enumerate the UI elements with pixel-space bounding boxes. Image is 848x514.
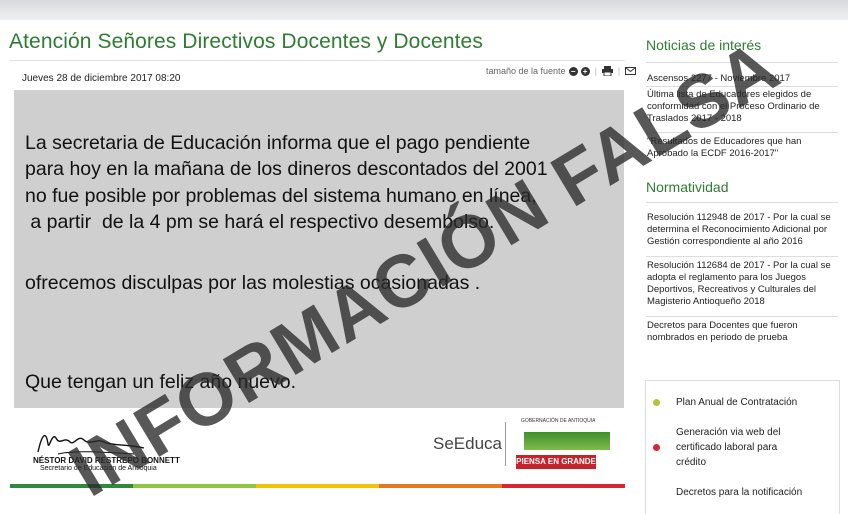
font-increase-icon[interactable]: +: [580, 66, 590, 76]
sidebar-divider: [646, 202, 838, 203]
article-date: Jueves 28 de diciembre 2017 08:20: [22, 73, 181, 84]
quick-link[interactable]: Plan Anual de Contratación: [653, 395, 826, 410]
notice-line: para hoy en la mañana de los dineros des…: [25, 158, 548, 180]
quick-link-label: Plan Anual de Contratación: [676, 397, 798, 408]
stripe-segment: [133, 484, 256, 488]
notice-line: La secretaria de Educación informa que e…: [25, 132, 531, 154]
quick-link-label: Decretos para la notificación: [676, 487, 803, 498]
article-tools: tamaño de la fuente − + | |: [486, 66, 637, 76]
page-title: Atención Señores Directivos Docentes y D…: [9, 30, 483, 53]
stripe-segment: [256, 484, 379, 488]
stripe-segment: [379, 484, 502, 488]
stripe-segment: [502, 484, 625, 488]
print-icon[interactable]: [601, 66, 613, 76]
title-divider: [9, 60, 625, 61]
norm-link[interactable]: Resolución 112948 de 2017 - Por la cual …: [647, 212, 837, 248]
antioquia-logo: [524, 432, 610, 450]
email-icon[interactable]: [625, 67, 637, 75]
font-size-label: tamaño de la fuente: [486, 66, 566, 76]
sidebar-divider: [646, 316, 838, 317]
sidebar-divider: [646, 256, 838, 257]
quick-link[interactable]: Decretos para la notificación: [656, 485, 826, 500]
seeduca-logo: SeEduca: [433, 434, 502, 453]
font-decrease-icon[interactable]: −: [568, 66, 578, 76]
tool-separator: |: [617, 66, 621, 76]
quick-links-box: Plan Anual de Contratación Generación vi…: [645, 380, 840, 514]
norm-link[interactable]: Decretos para Docentes que fueron nombra…: [647, 320, 837, 344]
gobernacion-label: GOBERNACIÓN DE ANTIOQUIA: [521, 418, 596, 424]
bullet-icon: [653, 444, 660, 451]
piensa-en-grande-badge: PIENSA EN GRANDE: [516, 455, 596, 469]
logo-divider: [505, 422, 506, 466]
quick-link[interactable]: Generación via web del certificado labor…: [653, 425, 796, 470]
bullet-icon: [653, 399, 660, 406]
norm-link[interactable]: Resolución 112684 de 2017 - Por la cual …: [647, 260, 837, 308]
quick-link-label: Generación via web del certificado labor…: [676, 427, 781, 468]
norm-heading: Normatividad: [646, 179, 729, 195]
tool-separator: |: [594, 66, 597, 76]
